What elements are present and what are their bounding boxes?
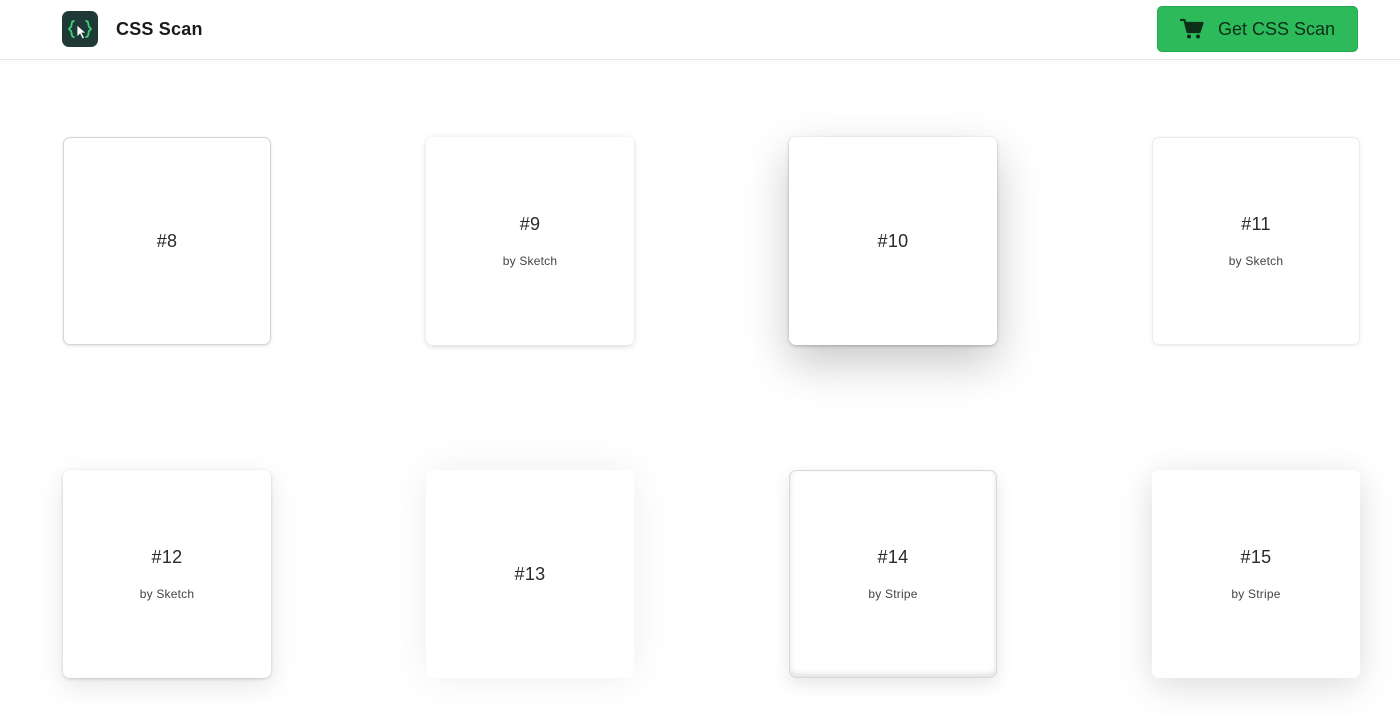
shadow-card-13[interactable]: #13 bbox=[426, 470, 634, 678]
top-bar: CSS Scan Get CSS Scan bbox=[0, 0, 1400, 60]
card-label: #13 bbox=[514, 563, 546, 584]
get-css-scan-button[interactable]: Get CSS Scan bbox=[1157, 6, 1358, 52]
shopping-cart-icon bbox=[1179, 18, 1204, 40]
card-label: #11 bbox=[1241, 214, 1271, 234]
card-label: #12 bbox=[151, 547, 183, 567]
shadow-card-11[interactable]: #11 by Sketch bbox=[1152, 137, 1360, 345]
shadow-card-15[interactable]: #15 by Stripe bbox=[1152, 470, 1360, 678]
card-author: by Sketch bbox=[502, 254, 558, 268]
card-label: #15 bbox=[1240, 547, 1272, 567]
card-label: #14 bbox=[877, 547, 909, 567]
card-author: by Sketch bbox=[1228, 254, 1284, 268]
shadow-card-12[interactable]: #12 by Sketch bbox=[63, 470, 271, 678]
shadow-card-8[interactable]: #8 bbox=[63, 137, 271, 345]
card-author: by Sketch bbox=[139, 587, 195, 601]
shadow-card-10[interactable]: #10 bbox=[789, 137, 997, 345]
shadow-card-9[interactable]: #9 by Sketch bbox=[426, 137, 634, 345]
shadow-card-grid: #8 #9 by Sketch #10 #11 by Sketch #12 by… bbox=[0, 0, 1400, 715]
shadow-card-14[interactable]: #14 by Stripe bbox=[789, 470, 997, 678]
card-label: #9 bbox=[519, 214, 541, 234]
card-label: #10 bbox=[877, 230, 909, 251]
card-author: by Stripe bbox=[1231, 587, 1281, 601]
card-author: by Stripe bbox=[868, 587, 918, 601]
brand-name: CSS Scan bbox=[116, 18, 203, 39]
card-label: #8 bbox=[156, 230, 178, 251]
css-scan-logo-icon bbox=[62, 11, 98, 47]
get-css-scan-label: Get CSS Scan bbox=[1217, 18, 1336, 39]
brand[interactable]: CSS Scan bbox=[62, 11, 203, 47]
